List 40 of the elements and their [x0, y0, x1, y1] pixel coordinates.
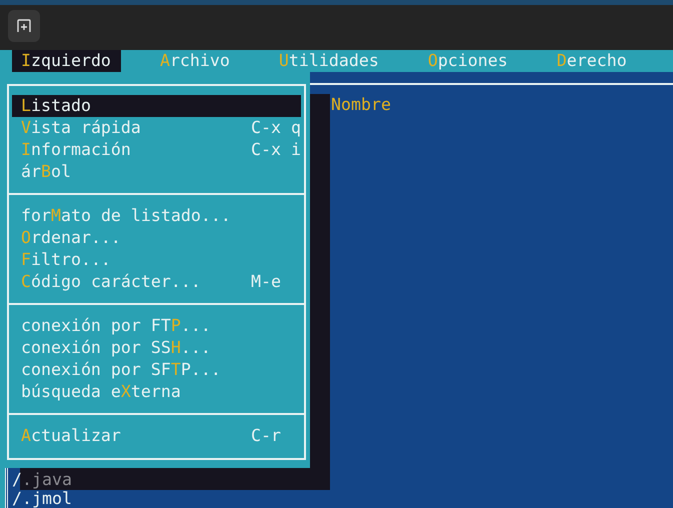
menu-item[interactable]: conexión por SSH... [12, 337, 301, 359]
menu-item[interactable]: Vista rápida C-x q [12, 117, 301, 139]
shortcut-label: M-e [251, 271, 282, 293]
menu-item[interactable]: forMato de listado... [12, 205, 301, 227]
menu-item[interactable]: O rdenar... [12, 227, 301, 249]
menu-item[interactable]: árBol [12, 161, 301, 183]
menu-item-label: conexión por SFTP... [21, 359, 222, 381]
menu-item[interactable]: Filtro... [12, 249, 301, 271]
menu-bar-item[interactable]: Izquierdo [12, 50, 121, 72]
menu-item-label: Listado [21, 95, 92, 117]
menu-item-label: O rdenar... [21, 227, 122, 249]
menu-item[interactable]: búsqueda eXterna [12, 381, 301, 403]
file-name[interactable]: /.jmol [12, 489, 72, 508]
menu-item[interactable]: conexión por FTP... [12, 315, 301, 337]
file-name[interactable]: /.java [12, 470, 72, 489]
menu-bar-item[interactable]: Opciones [418, 50, 518, 72]
menu-item-label: Vista rápida [21, 117, 142, 139]
menu-item[interactable]: Actualizar C-r [12, 425, 301, 447]
shortcut-label: C-x i [251, 139, 301, 161]
shortcut-label: C-x q [251, 117, 301, 139]
menu-bar-item[interactable]: Derecho [548, 50, 637, 72]
menu-item-label: forMato de listado... [21, 205, 232, 227]
menu-item-label: búsqueda eXterna [21, 381, 182, 403]
menu-item-label: conexión por SSH... [21, 337, 212, 359]
new-tab-icon [16, 18, 32, 34]
column-header: Nombre [331, 95, 391, 114]
menu-item-label: Código carácter... [21, 271, 202, 293]
menu-item-label: árBol [21, 161, 72, 183]
menu-item-label: Actualizar [21, 425, 122, 447]
menu-bar-item[interactable]: Archivo [150, 50, 240, 72]
menu-item-label: Filtro... [21, 249, 112, 271]
menu-item-label: Información [21, 139, 132, 161]
menu-item[interactable]: Listado [12, 95, 301, 117]
menu-item-label: conexión por FTP... [21, 315, 212, 337]
menu-item[interactable]: Información C-x i [12, 139, 301, 161]
menu-item[interactable]: conexión por SFTP... [12, 359, 301, 381]
menu-bar-item[interactable]: Utilidades [270, 50, 389, 72]
menu-item[interactable]: Código carácter... M-e [12, 271, 301, 293]
new-tab-button[interactable] [8, 10, 40, 42]
shortcut-label: C-r [251, 425, 282, 447]
